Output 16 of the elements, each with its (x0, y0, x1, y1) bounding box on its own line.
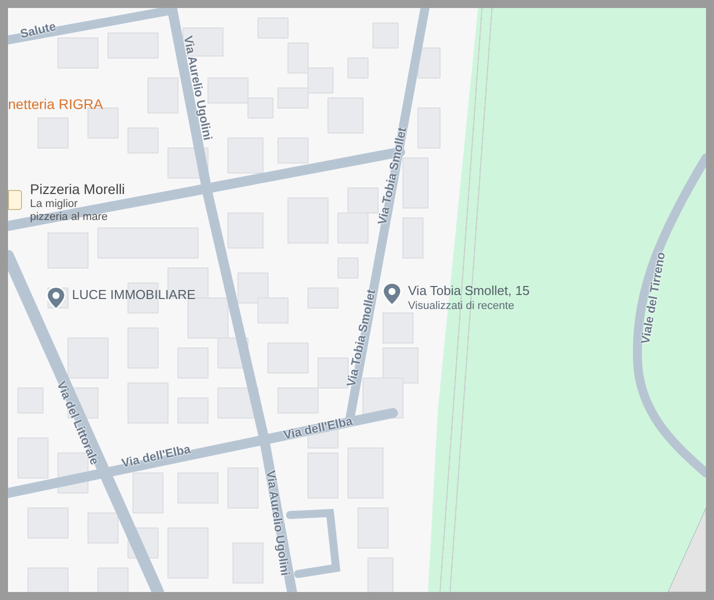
street-label: Via dell'Elba (282, 412, 354, 444)
map-pin-icon[interactable] (382, 282, 402, 306)
street-label: Salute (18, 18, 58, 43)
street-label: Via Aurelio Ugolini (262, 469, 294, 577)
place-description: La miglior pizzeria al mare (30, 198, 108, 224)
street-label: Viale del Tirreno (637, 250, 669, 346)
street-label: Via Aurelio Ugolini (180, 34, 216, 142)
street-label: Via dell'Elba (120, 440, 192, 472)
map-pin-icon[interactable] (46, 286, 66, 310)
street-label: Via Tobia Smollet (342, 288, 380, 388)
restaurant-marker[interactable] (8, 190, 22, 210)
place-name[interactable]: LUCE IMMOBILIARE (72, 286, 196, 304)
street-label: Via Tobia Smollet (374, 126, 410, 226)
place-description: Visualizzati di recente (408, 300, 516, 313)
place-name[interactable]: Via Tobia Smollet, 15 (408, 282, 530, 300)
place-name[interactable]: Pizzeria Morelli (30, 180, 125, 198)
